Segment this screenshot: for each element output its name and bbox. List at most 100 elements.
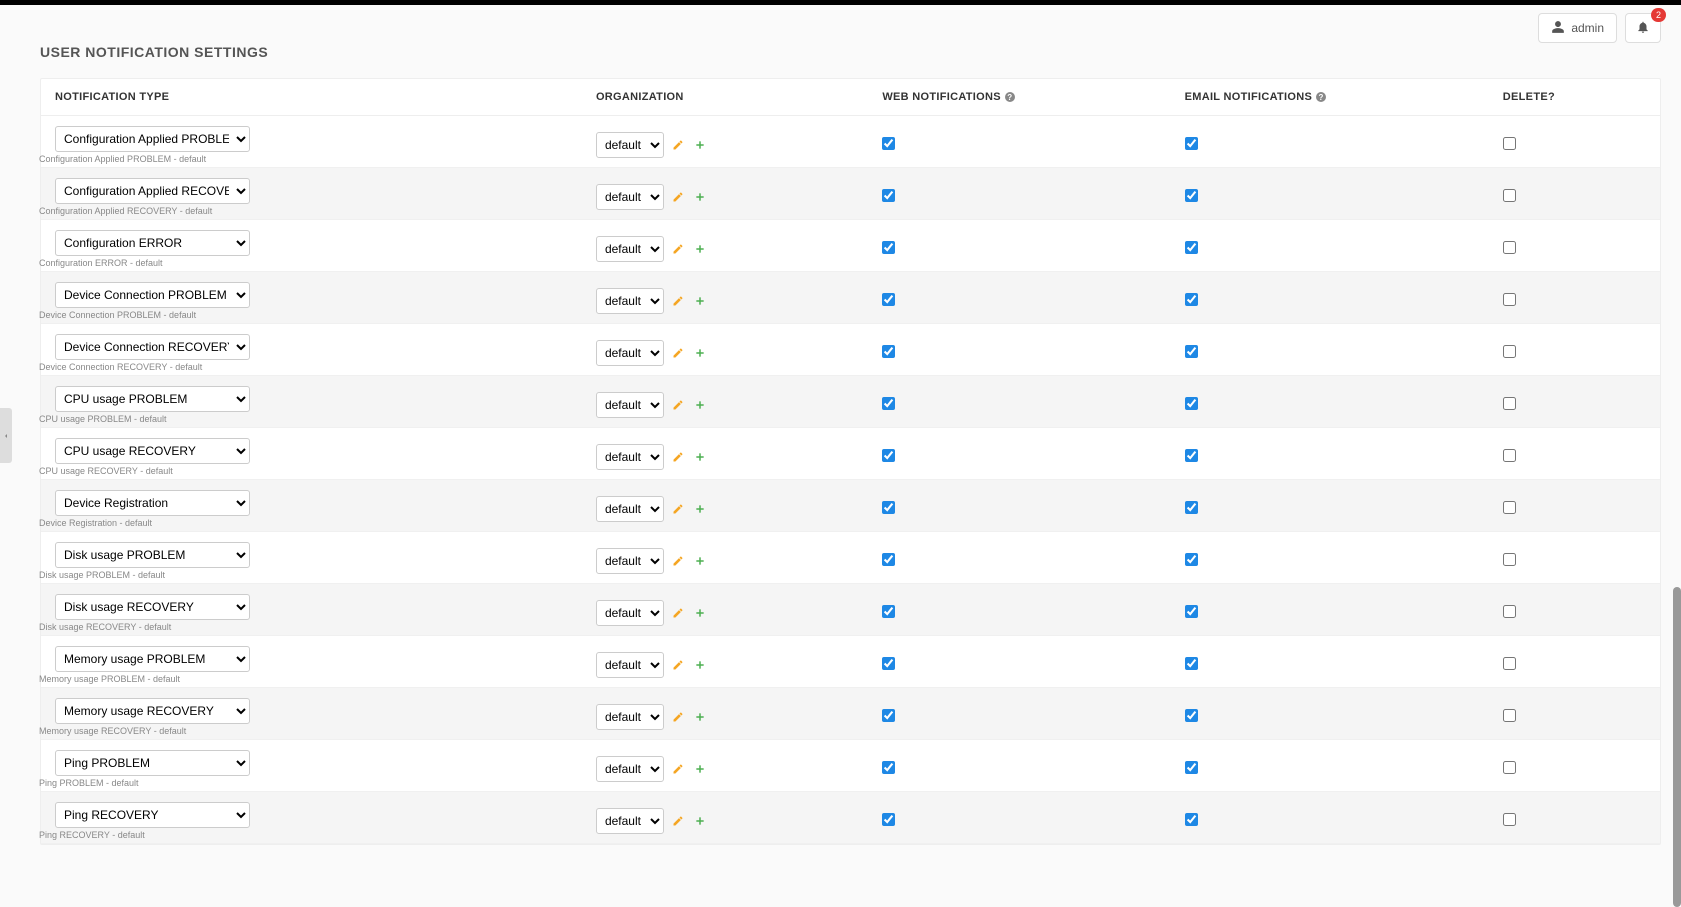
delete-checkbox[interactable] xyxy=(1503,813,1516,826)
delete-checkbox[interactable] xyxy=(1503,709,1516,722)
organization-select[interactable]: default xyxy=(596,496,664,522)
add-icon[interactable] xyxy=(692,813,708,829)
notification-type-select[interactable]: Device Registration xyxy=(55,490,250,516)
delete-checkbox[interactable] xyxy=(1503,397,1516,410)
web-notification-checkbox[interactable] xyxy=(882,449,895,462)
add-icon[interactable] xyxy=(692,189,708,205)
add-icon[interactable] xyxy=(692,449,708,465)
notification-type-select[interactable]: Memory usage RECOVERY xyxy=(55,698,250,724)
notification-type-select[interactable]: Disk usage RECOVERY xyxy=(55,594,250,620)
delete-checkbox[interactable] xyxy=(1503,657,1516,670)
notification-type-select[interactable]: Configuration Applied PROBLEM xyxy=(55,126,250,152)
web-notification-checkbox[interactable] xyxy=(882,761,895,774)
edit-icon[interactable] xyxy=(670,709,686,725)
user-menu-button[interactable]: admin xyxy=(1538,13,1617,43)
web-notification-checkbox[interactable] xyxy=(882,241,895,254)
web-notification-checkbox[interactable] xyxy=(882,553,895,566)
edit-icon[interactable] xyxy=(670,189,686,205)
organization-select[interactable]: default xyxy=(596,184,664,210)
notification-type-select[interactable]: CPU usage PROBLEM xyxy=(55,386,250,412)
help-icon[interactable]: ? xyxy=(1316,92,1326,102)
notifications-button[interactable]: 2 xyxy=(1625,13,1661,43)
notification-type-select[interactable]: Memory usage PROBLEM xyxy=(55,646,250,672)
delete-checkbox[interactable] xyxy=(1503,293,1516,306)
email-notification-checkbox[interactable] xyxy=(1185,813,1198,826)
add-icon[interactable] xyxy=(692,657,708,673)
edit-icon[interactable] xyxy=(670,293,686,309)
add-icon[interactable] xyxy=(692,761,708,777)
web-notification-checkbox[interactable] xyxy=(882,189,895,202)
edit-icon[interactable] xyxy=(670,605,686,621)
notification-type-select[interactable]: CPU usage RECOVERY xyxy=(55,438,250,464)
organization-select[interactable]: default xyxy=(596,808,664,834)
delete-checkbox[interactable] xyxy=(1503,553,1516,566)
sidebar-collapse-handle[interactable] xyxy=(0,408,12,463)
organization-select[interactable]: default xyxy=(596,756,664,782)
add-icon[interactable] xyxy=(692,293,708,309)
edit-icon[interactable] xyxy=(670,345,686,361)
web-notification-checkbox[interactable] xyxy=(882,137,895,150)
email-notification-checkbox[interactable] xyxy=(1185,501,1198,514)
organization-select[interactable]: default xyxy=(596,652,664,678)
email-notification-checkbox[interactable] xyxy=(1185,553,1198,566)
email-notification-checkbox[interactable] xyxy=(1185,345,1198,358)
web-notification-checkbox[interactable] xyxy=(882,345,895,358)
organization-select[interactable]: default xyxy=(596,392,664,418)
organization-select[interactable]: default xyxy=(596,600,664,626)
web-notification-checkbox[interactable] xyxy=(882,813,895,826)
web-notification-checkbox[interactable] xyxy=(882,709,895,722)
notification-type-select[interactable]: Ping PROBLEM xyxy=(55,750,250,776)
edit-icon[interactable] xyxy=(670,501,686,517)
web-notification-checkbox[interactable] xyxy=(882,605,895,618)
delete-checkbox[interactable] xyxy=(1503,449,1516,462)
notification-type-select[interactable]: Configuration Applied RECOVERY xyxy=(55,178,250,204)
email-notification-checkbox[interactable] xyxy=(1185,657,1198,670)
email-notification-checkbox[interactable] xyxy=(1185,449,1198,462)
add-icon[interactable] xyxy=(692,397,708,413)
edit-icon[interactable] xyxy=(670,761,686,777)
email-notification-checkbox[interactable] xyxy=(1185,293,1198,306)
email-notification-checkbox[interactable] xyxy=(1185,761,1198,774)
edit-icon[interactable] xyxy=(670,137,686,153)
delete-checkbox[interactable] xyxy=(1503,137,1516,150)
add-icon[interactable] xyxy=(692,709,708,725)
delete-checkbox[interactable] xyxy=(1503,605,1516,618)
notification-type-select[interactable]: Device Connection PROBLEM xyxy=(55,282,250,308)
edit-icon[interactable] xyxy=(670,657,686,673)
scrollbar-thumb[interactable] xyxy=(1673,587,1681,907)
notification-type-select[interactable]: Ping RECOVERY xyxy=(55,802,250,828)
email-notification-checkbox[interactable] xyxy=(1185,137,1198,150)
edit-icon[interactable] xyxy=(670,449,686,465)
organization-select[interactable]: default xyxy=(596,444,664,470)
notification-type-select[interactable]: Disk usage PROBLEM xyxy=(55,542,250,568)
add-icon[interactable] xyxy=(692,345,708,361)
organization-select[interactable]: default xyxy=(596,704,664,730)
organization-select[interactable]: default xyxy=(596,236,664,262)
notification-type-select[interactable]: Device Connection RECOVERY xyxy=(55,334,250,360)
email-notification-checkbox[interactable] xyxy=(1185,709,1198,722)
add-icon[interactable] xyxy=(692,241,708,257)
edit-icon[interactable] xyxy=(670,397,686,413)
web-notification-checkbox[interactable] xyxy=(882,657,895,670)
email-notification-checkbox[interactable] xyxy=(1185,241,1198,254)
edit-icon[interactable] xyxy=(670,553,686,569)
web-notification-checkbox[interactable] xyxy=(882,293,895,306)
add-icon[interactable] xyxy=(692,501,708,517)
email-notification-checkbox[interactable] xyxy=(1185,605,1198,618)
delete-checkbox[interactable] xyxy=(1503,189,1516,202)
notification-type-select[interactable]: Configuration ERROR xyxy=(55,230,250,256)
help-icon[interactable]: ? xyxy=(1005,92,1015,102)
organization-select[interactable]: default xyxy=(596,132,664,158)
add-icon[interactable] xyxy=(692,605,708,621)
organization-select[interactable]: default xyxy=(596,288,664,314)
add-icon[interactable] xyxy=(692,137,708,153)
email-notification-checkbox[interactable] xyxy=(1185,189,1198,202)
organization-select[interactable]: default xyxy=(596,548,664,574)
add-icon[interactable] xyxy=(692,553,708,569)
email-notification-checkbox[interactable] xyxy=(1185,397,1198,410)
web-notification-checkbox[interactable] xyxy=(882,501,895,514)
delete-checkbox[interactable] xyxy=(1503,241,1516,254)
delete-checkbox[interactable] xyxy=(1503,345,1516,358)
delete-checkbox[interactable] xyxy=(1503,761,1516,774)
delete-checkbox[interactable] xyxy=(1503,501,1516,514)
